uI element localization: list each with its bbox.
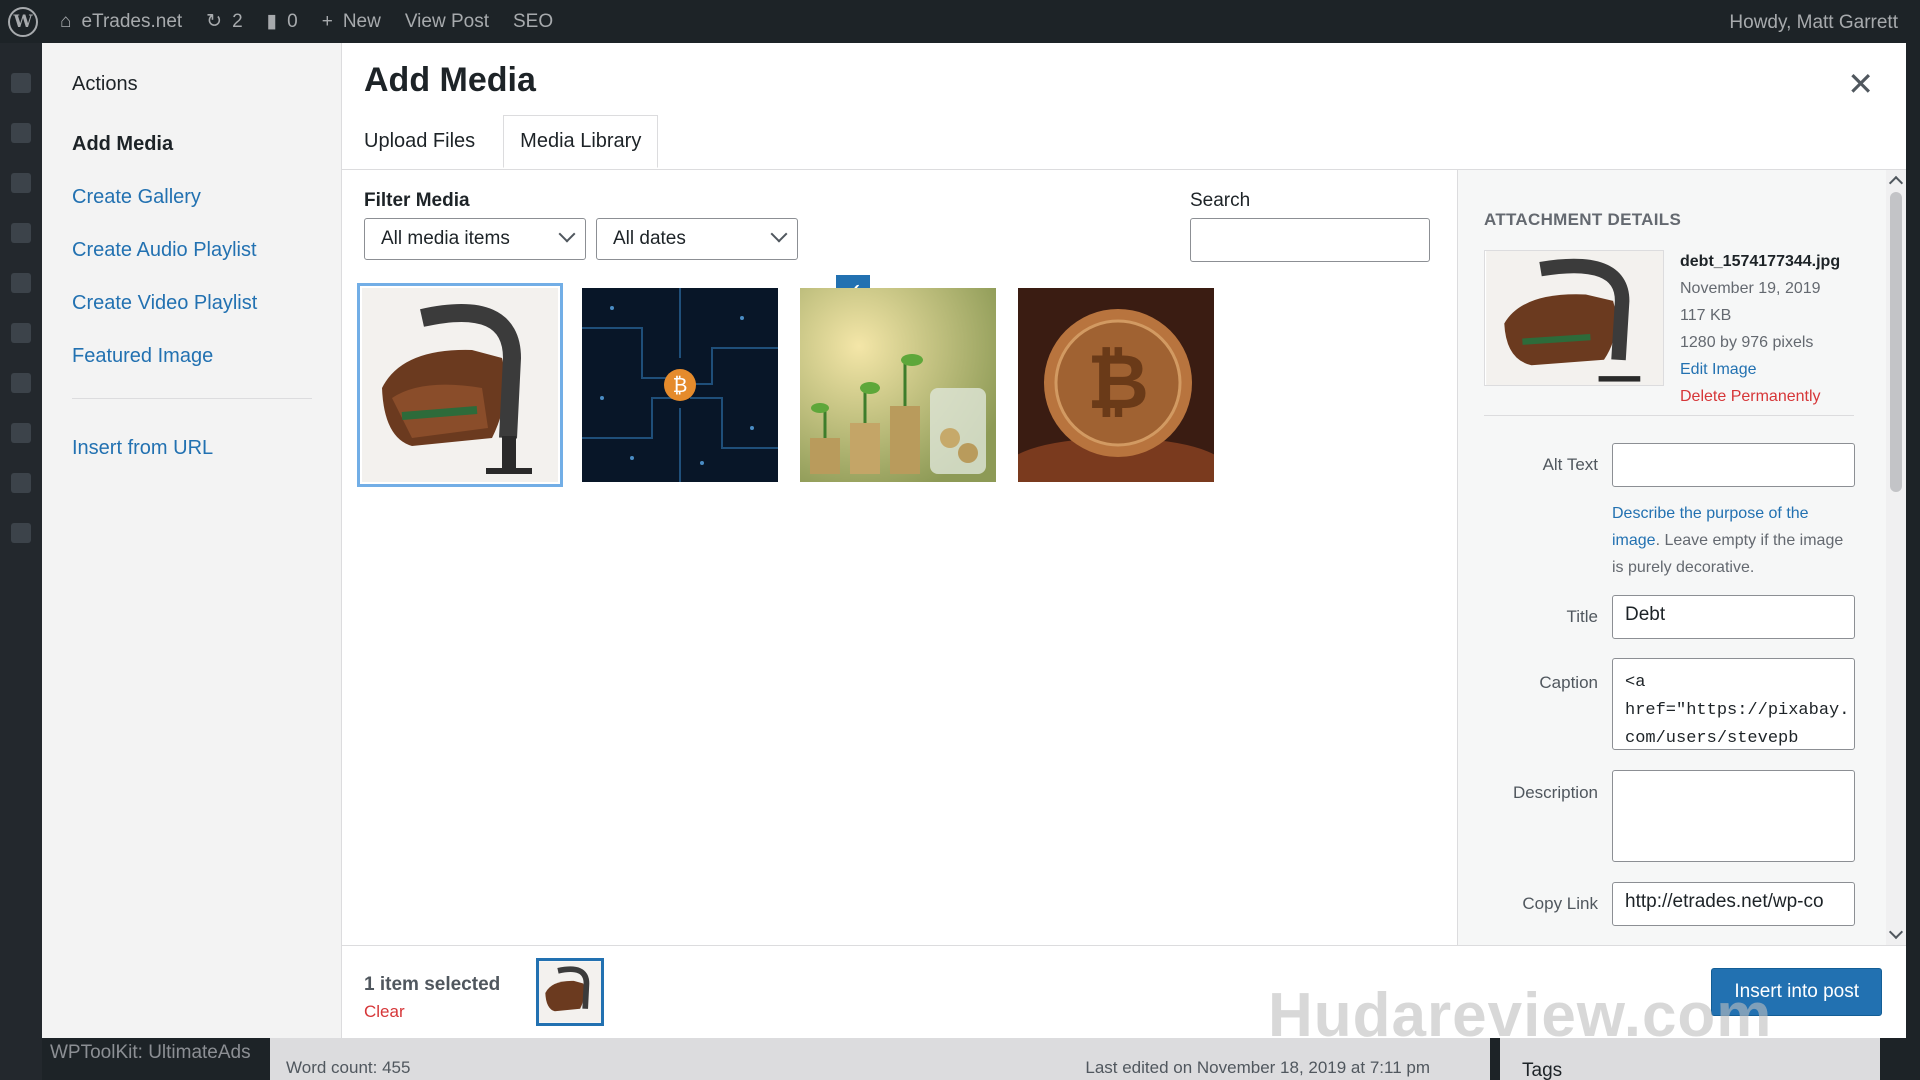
title-field[interactable]: Debt xyxy=(1612,595,1855,639)
scroll-up-icon[interactable] xyxy=(1888,175,1904,191)
plugins-icon[interactable] xyxy=(11,373,31,393)
actions-heading: Actions xyxy=(72,73,138,95)
description-label: Description xyxy=(1512,783,1598,802)
seo-label: SEO xyxy=(512,10,554,32)
attachment-details: ATTACHMENT DETAILS debt_1574177344.jpg N… xyxy=(1457,170,1906,945)
account-greeting[interactable]: Howdy, Matt Garrett xyxy=(1729,12,1898,34)
view-post-label: View Post xyxy=(404,10,489,32)
scroll-down-icon[interactable] xyxy=(1888,924,1904,940)
copy-link-label: Copy Link xyxy=(1522,894,1598,913)
chevron-down-icon xyxy=(558,225,576,243)
home-icon: ⌂ xyxy=(60,10,72,32)
menu-create-gallery[interactable]: Create Gallery xyxy=(72,186,341,209)
wordpress-logo-icon[interactable]: W xyxy=(8,6,38,37)
media-item-debt[interactable] xyxy=(362,288,558,482)
menu-separator xyxy=(72,398,312,399)
wptoolkit-menu-item[interactable]: WPToolKit: UltimateAds xyxy=(50,1042,251,1064)
tab-media-library[interactable]: Media Library xyxy=(503,115,659,168)
comments-count: 0 xyxy=(287,10,298,32)
details-scrollbar[interactable] xyxy=(1886,170,1906,945)
date-value: All dates xyxy=(613,228,686,249)
edit-image-link[interactable]: Edit Image xyxy=(1680,356,1840,383)
date-filter[interactable]: All dates xyxy=(596,218,798,260)
attachment-date: November 19, 2019 xyxy=(1680,280,1821,297)
users-icon[interactable] xyxy=(11,423,31,443)
admin-menu xyxy=(0,43,42,1080)
search-label: Search xyxy=(1190,190,1251,211)
comment-icon: ▮ xyxy=(266,11,278,32)
attachment-preview xyxy=(1484,250,1664,386)
attachment-dimensions: 1280 by 976 pixels xyxy=(1680,334,1814,351)
caption-label: Caption xyxy=(1539,673,1598,692)
media-icon[interactable] xyxy=(11,173,31,193)
alt-text-label: Alt Text xyxy=(1542,455,1598,474)
modal-title: Add Media xyxy=(364,61,536,99)
svg-text:₿: ₿ xyxy=(673,373,688,397)
settings-icon[interactable] xyxy=(11,523,31,543)
attachment-details-heading: ATTACHMENT DETAILS xyxy=(1484,210,1682,229)
svg-text:₿: ₿ xyxy=(1087,337,1149,426)
plus-icon: + xyxy=(321,10,333,32)
alt-text-help: Describe the purpose of the image. Leave… xyxy=(1612,500,1857,581)
selection-count: 1 item selected xyxy=(364,974,501,995)
appearance-icon[interactable] xyxy=(11,323,31,343)
site-name-label: eTrades.net xyxy=(81,10,183,32)
media-menu: Actions Add Media Create Gallery Create … xyxy=(42,43,342,1038)
site-name-link[interactable]: ⌂ eTrades.net xyxy=(60,11,182,33)
attachment-filesize: 117 KB xyxy=(1680,307,1732,324)
media-modal: ✕ Actions Add Media Create Gallery Creat… xyxy=(42,43,1906,1038)
close-icon[interactable]: ✕ xyxy=(1847,65,1874,103)
chevron-down-icon xyxy=(770,225,788,243)
menu-featured-image[interactable]: Featured Image xyxy=(72,345,341,368)
media-type-value: All media items xyxy=(381,228,510,249)
word-count: Word count: 455 xyxy=(286,1058,411,1077)
attachment-meta: debt_1574177344.jpg November 19, 2019 11… xyxy=(1680,248,1840,410)
admin-bar: W ⌂ eTrades.net ↻ 2 ▮ 0 + New View Post … xyxy=(0,0,1920,43)
new-label: New xyxy=(342,10,381,32)
router-tabs: Upload Files Media Library xyxy=(364,115,672,168)
details-divider xyxy=(1484,415,1854,416)
media-item-bitcoin-coin[interactable]: ₿ xyxy=(1018,288,1214,482)
dashboard-icon[interactable] xyxy=(11,73,31,93)
copy-link-field[interactable]: http://etrades.net/wp-co xyxy=(1612,882,1855,926)
updates-icon: ↻ xyxy=(206,11,223,32)
last-edited: Last edited on November 18, 2019 at 7:11… xyxy=(1085,1058,1430,1077)
title-label: Title xyxy=(1566,607,1599,626)
view-post-link[interactable]: View Post xyxy=(405,11,489,33)
seo-link[interactable]: SEO xyxy=(513,11,553,33)
updates-count: 2 xyxy=(232,10,243,32)
media-type-filter[interactable]: All media items xyxy=(364,218,586,260)
watermark: Hudareview.com xyxy=(1268,981,1773,1050)
media-item-coin-stacks[interactable] xyxy=(800,288,996,482)
attachment-filename: debt_1574177344.jpg xyxy=(1680,253,1841,270)
tools-icon[interactable] xyxy=(11,473,31,493)
tab-upload-files[interactable]: Upload Files xyxy=(364,116,489,168)
menu-add-media[interactable]: Add Media xyxy=(72,133,341,156)
menu-create-video-playlist[interactable]: Create Video Playlist xyxy=(72,292,341,315)
delete-permanently-link[interactable]: Delete Permanently xyxy=(1680,383,1840,410)
menu-create-audio-playlist[interactable]: Create Audio Playlist xyxy=(72,239,341,262)
clear-selection-link[interactable]: Clear xyxy=(364,1002,405,1022)
alt-text-field[interactable] xyxy=(1612,443,1855,487)
comments-link[interactable]: ▮ 0 xyxy=(267,10,298,33)
selection-thumbnail[interactable] xyxy=(536,958,604,1026)
comments-icon[interactable] xyxy=(11,273,31,293)
posts-icon[interactable] xyxy=(11,123,31,143)
caption-field[interactable]: <a href="https://pixabay. com/users/stev… xyxy=(1612,658,1855,750)
search-input[interactable] xyxy=(1190,218,1430,262)
media-browser: Filter Media All media items All dates S… xyxy=(342,170,1457,945)
filter-media-label: Filter Media xyxy=(364,190,470,211)
updates-link[interactable]: ↻ 2 xyxy=(206,10,243,33)
media-item-bitcoin-circuit[interactable]: ₿ xyxy=(582,288,778,482)
description-field[interactable] xyxy=(1612,770,1855,862)
pages-icon[interactable] xyxy=(11,223,31,243)
scrollbar-thumb[interactable] xyxy=(1890,192,1902,492)
new-content-link[interactable]: + New xyxy=(322,11,381,33)
menu-insert-from-url[interactable]: Insert from URL xyxy=(72,437,341,460)
